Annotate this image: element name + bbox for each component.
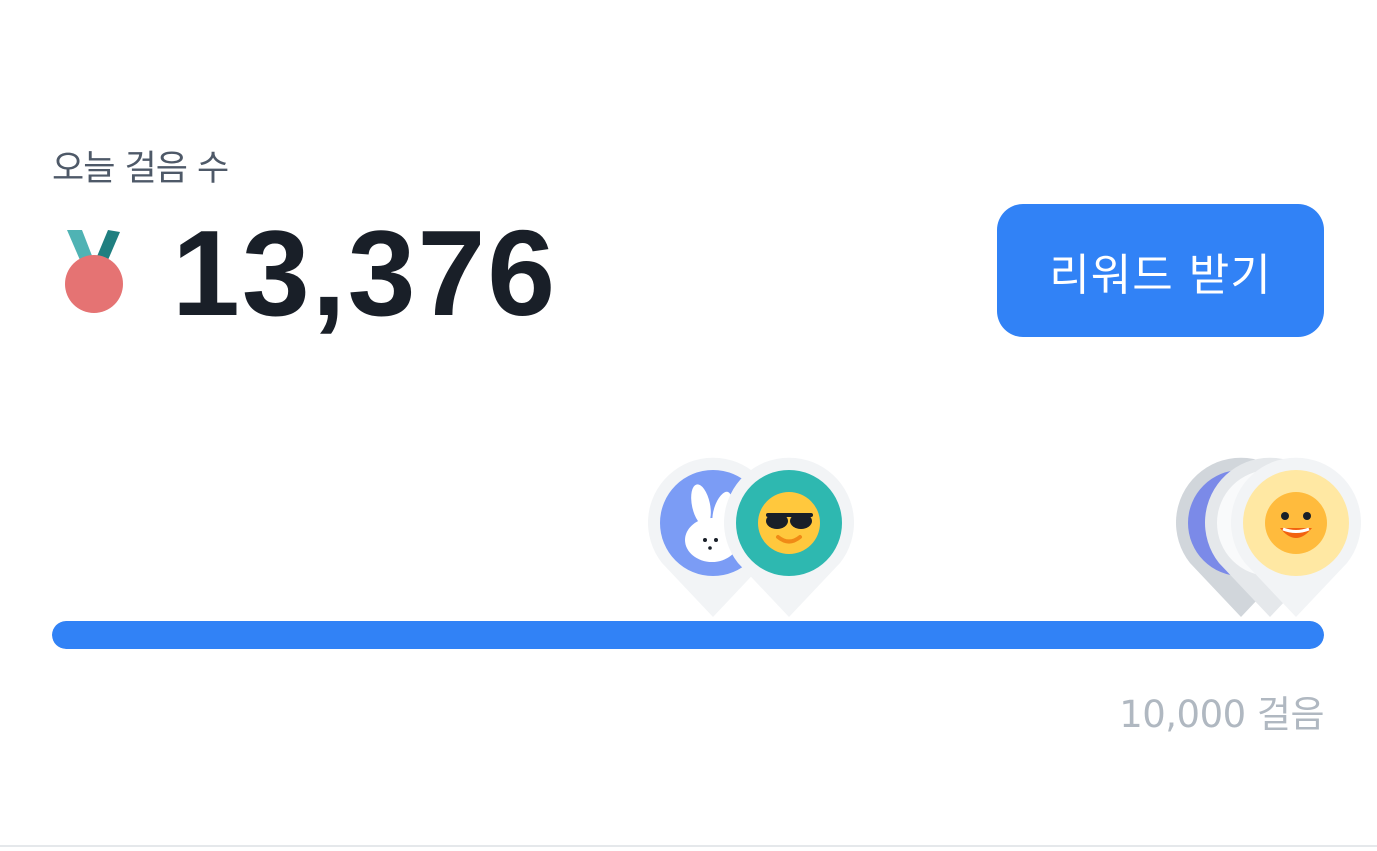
sunglasses-pin [724,457,854,617]
today-steps-label: 오늘 걸음 수 [52,149,229,189]
rabbit-icon [685,484,739,562]
smiley-icon [1265,492,1327,554]
step-count: 13,376 [172,205,558,341]
progress-bar [52,621,1324,649]
progress-fill [52,621,1324,649]
reward-button[interactable]: 리워드 받기 [997,204,1324,337]
purple-avatar-icon [1188,470,1294,576]
purple-pin [1175,457,1306,617]
rabbit-pin [648,457,778,617]
goal-label: 10,000 걸음 [1119,693,1324,736]
medal-icon [65,230,123,313]
white-pin [1205,457,1335,617]
sunglasses-smiley-icon [758,492,820,554]
smiley-pin [1231,457,1361,617]
white-avatar-icon [1217,470,1323,576]
step-reward-card: 오늘 걸음 수 13,376 리워드 받기 10,000 걸음 [0,0,1377,851]
divider [0,845,1377,847]
